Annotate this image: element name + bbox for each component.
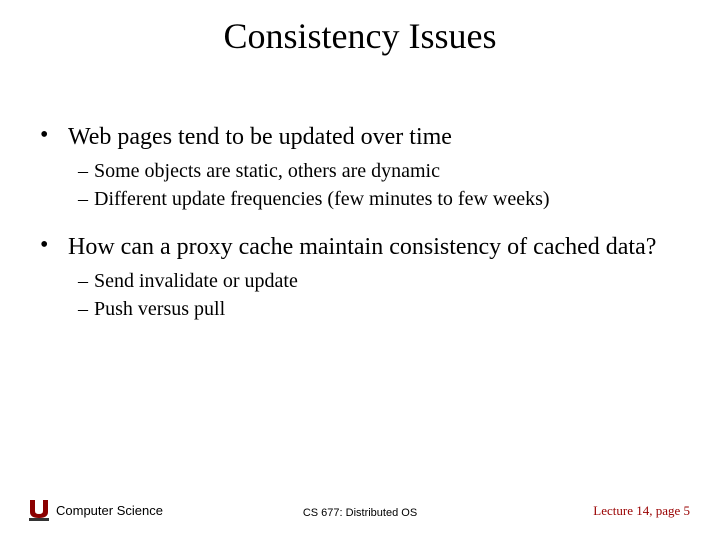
footer-right-text: Lecture 14, page 5 [593, 503, 690, 519]
slide: Consistency Issues • Web pages tend to b… [0, 0, 720, 540]
footer-left: Computer Science [26, 498, 163, 522]
umass-logo-icon [26, 498, 52, 522]
bullet-text: Web pages tend to be updated over time [68, 122, 690, 152]
sub-bullet-text: Push versus pull [94, 296, 225, 322]
slide-content: • Web pages tend to be updated over time… [30, 122, 690, 322]
bullet-item: • How can a proxy cache maintain consist… [40, 232, 690, 262]
bullet-text: How can a proxy cache maintain consisten… [68, 232, 690, 262]
slide-footer: Computer Science CS 677: Distributed OS … [0, 492, 720, 522]
slide-title: Consistency Issues [30, 15, 690, 57]
footer-left-text: Computer Science [56, 503, 163, 518]
sub-bullet-item: – Send invalidate or update [78, 268, 690, 294]
sub-bullet-item: – Different update frequencies (few minu… [78, 186, 690, 212]
sub-bullet-text: Send invalidate or update [94, 268, 298, 294]
dash-marker: – [78, 158, 94, 184]
bullet-marker: • [40, 232, 68, 262]
sub-list: – Some objects are static, others are dy… [78, 158, 690, 212]
footer-center-text: CS 677: Distributed OS [303, 507, 417, 519]
dash-marker: – [78, 268, 94, 294]
sub-bullet-text: Different update frequencies (few minute… [94, 186, 550, 212]
dash-marker: – [78, 186, 94, 212]
sub-list: – Send invalidate or update – Push versu… [78, 268, 690, 322]
sub-bullet-item: – Some objects are static, others are dy… [78, 158, 690, 184]
bullet-marker: • [40, 122, 68, 152]
sub-bullet-text: Some objects are static, others are dyna… [94, 158, 440, 184]
sub-bullet-item: – Push versus pull [78, 296, 690, 322]
bullet-item: • Web pages tend to be updated over time [40, 122, 690, 152]
dash-marker: – [78, 296, 94, 322]
